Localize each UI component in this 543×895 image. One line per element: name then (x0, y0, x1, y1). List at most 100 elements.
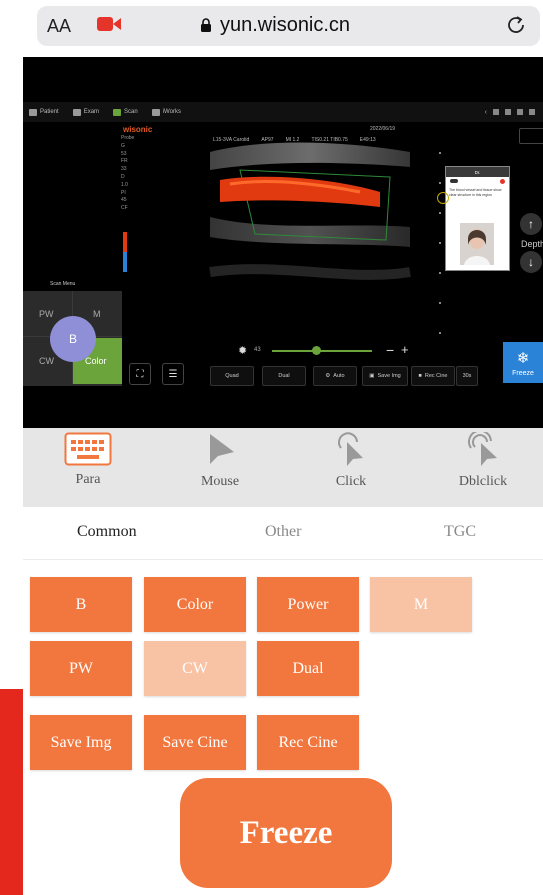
minus-button[interactable]: − (386, 342, 394, 358)
scan-date: 2022/06/19 (370, 126, 396, 132)
header-item: L15-3VA Carotid (213, 137, 250, 143)
save-img-button[interactable]: ▣ Save Img (362, 366, 408, 386)
topbar-item-iworks[interactable]: iWorks (151, 108, 181, 116)
viewer-freeze-button[interactable]: ❄ Freeze (503, 342, 543, 383)
param: FR (121, 158, 128, 165)
header-item: E49:13 (359, 137, 376, 143)
video-controls (446, 177, 509, 186)
scan-params: Probe G 53 FR 33 D 1.0 PI 45 CF (121, 135, 134, 213)
dual-label: Dual (278, 373, 290, 379)
cw-button[interactable]: CW (144, 641, 246, 696)
video-message: The blood vessel and tissue show clear s… (449, 188, 502, 197)
tab-tgc[interactable]: TGC (444, 523, 476, 541)
param: CF (121, 205, 128, 212)
video-title: Dr. (446, 167, 509, 177)
cell-label: Color (85, 356, 107, 366)
mode-label: Mouse (200, 474, 240, 489)
auto-icon: ⚙ (325, 373, 331, 379)
brightness-slider[interactable] (272, 350, 372, 352)
b-mode-button[interactable]: B (50, 316, 96, 362)
ultrasound-image[interactable] (120, 122, 450, 352)
param: D (121, 173, 125, 180)
tab-common[interactable]: Common (77, 523, 137, 541)
url-field[interactable]: yun.wisonic.cn (200, 13, 350, 37)
snowflake-icon: ❄ (516, 349, 530, 367)
cell-label: M (93, 308, 101, 319)
cell-label: PW (39, 308, 54, 319)
dual-button[interactable]: Dual (257, 641, 359, 696)
dual-button[interactable]: Dual (262, 366, 306, 386)
system-status-icons: ‹ (485, 108, 535, 116)
toggle-icon[interactable] (450, 179, 458, 183)
tab-other[interactable]: Other (265, 523, 301, 541)
depth-down-icon[interactable]: ↓ (520, 251, 542, 273)
click-icon (338, 432, 363, 466)
exam-icon (72, 108, 81, 116)
topbar-label: Scan (124, 109, 138, 115)
text-size-button[interactable]: AA (47, 16, 71, 37)
auto-label: Auto (333, 373, 345, 379)
topbar-item-exam[interactable]: Exam (72, 108, 100, 116)
freeze-button[interactable]: Freeze (180, 778, 392, 888)
depth-label: Depth (521, 239, 543, 249)
rec-cine-button[interactable]: Rec Cine (257, 715, 359, 770)
save-img-button[interactable]: Save Img (30, 715, 132, 770)
mode-click[interactable]: Click (301, 432, 401, 502)
cell-label: CW (39, 356, 54, 366)
quad-button[interactable]: Quad (210, 366, 254, 386)
param: 1.0 (121, 181, 128, 188)
param: Probe (121, 135, 135, 141)
m-button[interactable]: M (370, 577, 472, 632)
freeze-label: Freeze (512, 369, 534, 377)
topbar-label: Patient (40, 109, 59, 115)
plus-button[interactable]: + (401, 342, 409, 357)
mode-label: Para (75, 472, 101, 487)
keyboard-icon (64, 432, 112, 466)
focus-marker-icon (437, 192, 449, 204)
cine-length-select[interactable]: 30s (456, 366, 478, 386)
scan-menu-label[interactable]: Scan Menu (50, 281, 75, 287)
mode-mouse[interactable]: Mouse (170, 432, 270, 502)
video-call-panel: Dr. The blood vessel and tissue show cle… (445, 166, 510, 271)
brightness-icon: ✹ (238, 345, 248, 357)
reload-icon[interactable] (505, 14, 527, 36)
url-text: yun.wisonic.cn (220, 13, 351, 36)
scan-icon (113, 108, 122, 116)
b-label: B (68, 332, 77, 346)
param: 45 (121, 197, 127, 204)
power-button[interactable]: Power (257, 577, 359, 632)
mode-label: Dblclick (458, 474, 508, 489)
doctor-video-thumbnail[interactable] (460, 223, 494, 265)
quad-label: Quad (225, 373, 239, 379)
header-item: TIS0.21 TIB0.75 (311, 137, 348, 143)
topbar-label: iWorks (162, 109, 181, 115)
rec-cine-button[interactable]: ■ Rec Cine (411, 366, 455, 386)
depth-up-icon[interactable]: ↑ (520, 213, 542, 235)
topbar-item-patient[interactable]: Patient (29, 108, 59, 116)
scan-header: L15-3VA Carotid AP97 MI 1.2 TIS0.21 TIB0… (213, 137, 376, 143)
save-cine-button[interactable]: Save Cine (144, 715, 246, 770)
mode-para[interactable]: Para (38, 432, 138, 502)
double-click-icon (468, 432, 497, 466)
slider-knob[interactable] (312, 346, 321, 355)
pw-button[interactable]: PW (30, 641, 132, 696)
param: 53 (121, 150, 127, 157)
side-panel-button[interactable] (519, 128, 543, 144)
param: 33 (121, 166, 127, 173)
camera-recording-icon[interactable] (96, 15, 122, 33)
topbar-label: Exam (83, 109, 100, 115)
hangup-icon[interactable] (500, 179, 505, 184)
topbar-item-scan[interactable]: Scan (113, 108, 138, 116)
brightness-value: 43 (254, 347, 261, 353)
color-button[interactable]: Color (144, 577, 246, 632)
b-button[interactable]: B (30, 577, 132, 632)
header-item: AP97 (261, 137, 274, 143)
lock-icon (201, 17, 211, 32)
header-item: MI 1.2 (285, 137, 300, 143)
auto-button[interactable]: ⚙ Auto (313, 366, 357, 386)
settings-sliders-icon[interactable]: ☰ (162, 363, 184, 385)
mode-dblclick[interactable]: Dblclick (433, 432, 533, 502)
fullscreen-icon[interactable]: ⛶ (129, 363, 151, 385)
system-topbar: Patient Exam Scan iWorks ‹ (23, 102, 543, 122)
image-icon: ▣ (369, 373, 375, 379)
